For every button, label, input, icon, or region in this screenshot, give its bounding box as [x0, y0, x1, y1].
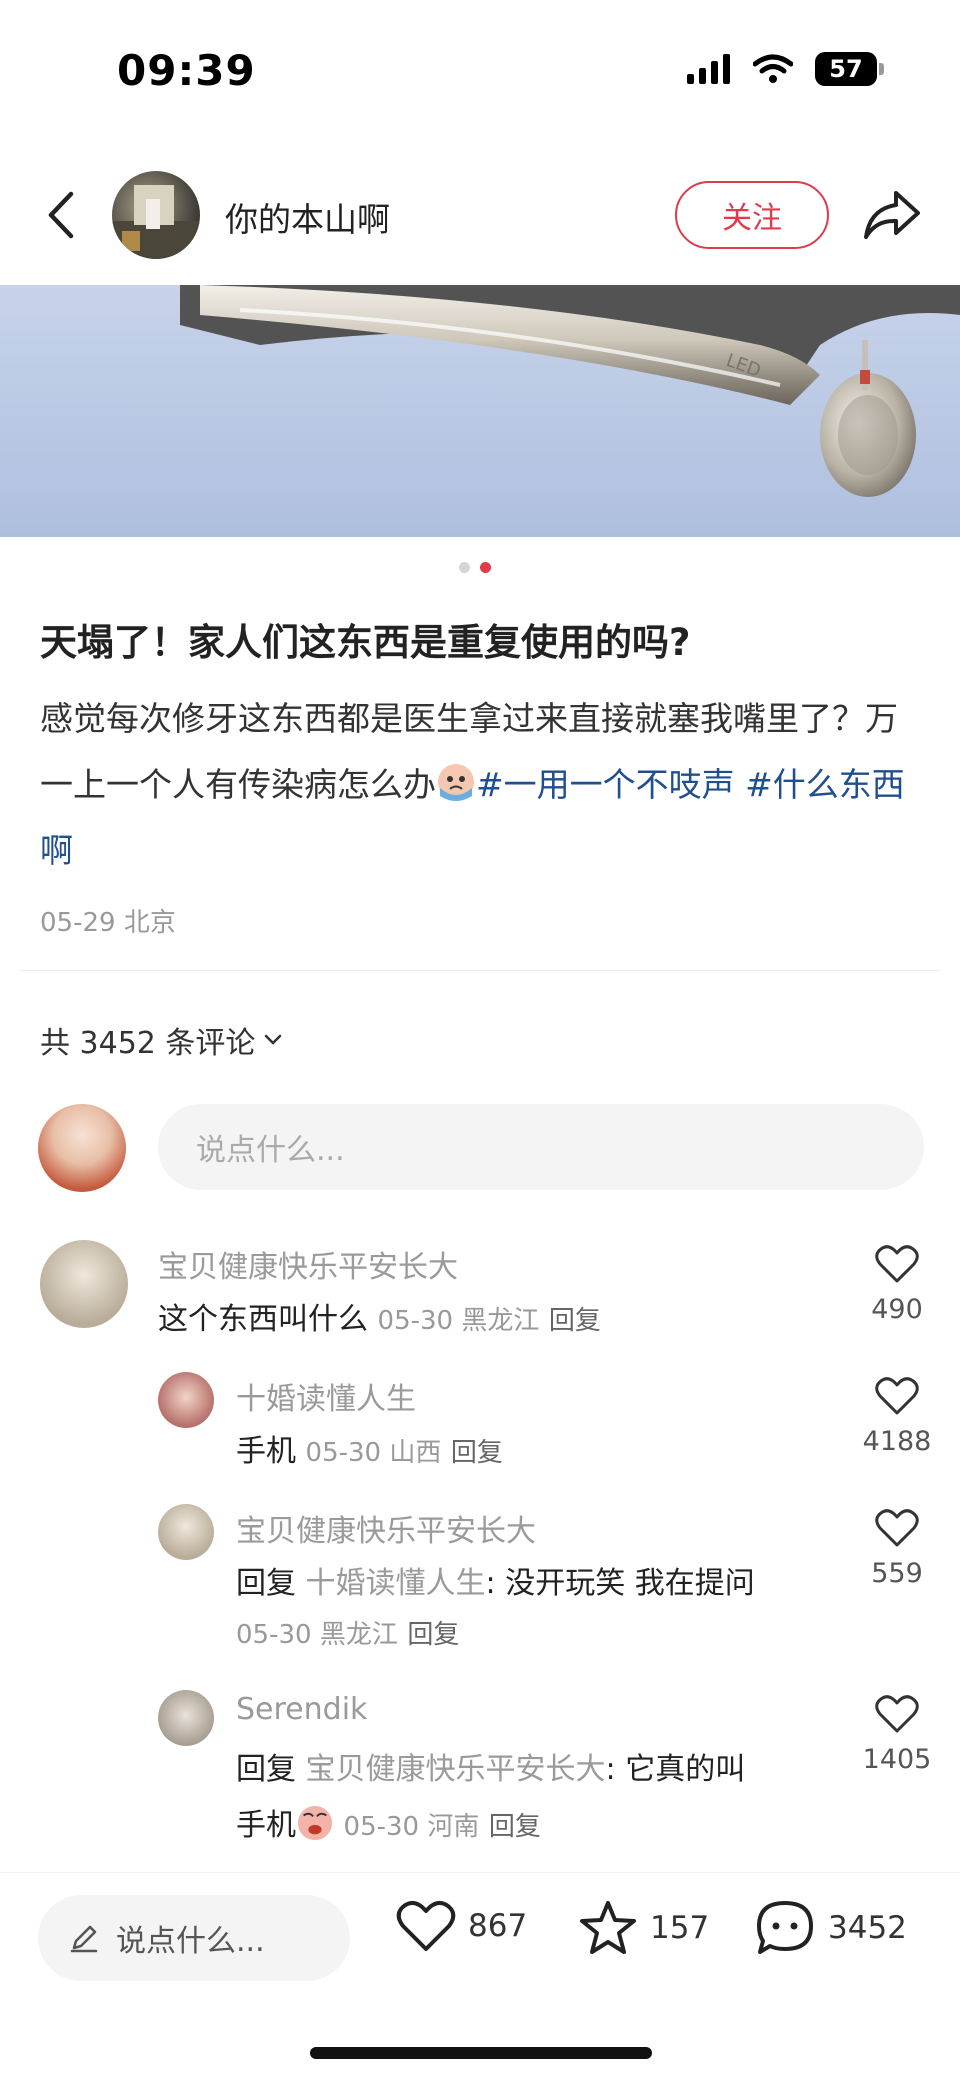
- carousel-dots: [459, 562, 491, 573]
- comment-author[interactable]: 宝贝健康快乐平安长大: [236, 1506, 536, 1550]
- author-avatar[interactable]: [112, 171, 200, 259]
- comment-meta-row: 05-30 黑龙江 回复: [236, 1614, 459, 1651]
- heart-icon: [875, 1245, 919, 1283]
- comment-like-button[interactable]: 559: [852, 1508, 942, 1589]
- favorite-button[interactable]: 157: [578, 1899, 709, 1957]
- comment-body: 这个东西叫什么 05-30 黑龙江 回复: [158, 1294, 601, 1338]
- reply-to-user[interactable]: 十婚读懂人生: [306, 1566, 486, 1601]
- comment-meta: 05-30 黑龙江: [377, 1306, 540, 1336]
- like-count: 4188: [862, 1426, 932, 1457]
- comment-meta: 05-30 黑龙江: [236, 1620, 398, 1650]
- reply-item: 宝贝健康快乐平安长大 回复 十婚读懂人生: 没开玩笑 我在提问 05-30 黑龙…: [0, 1502, 960, 1662]
- avatar-image: [112, 185, 200, 259]
- favorite-count: 157: [650, 1910, 710, 1946]
- chat-bubble-icon: [757, 1901, 813, 1954]
- comment-author[interactable]: 十婚读懂人生: [236, 1374, 416, 1418]
- dental-handpiece-image: LED: [180, 285, 960, 497]
- comment-avatar[interactable]: [158, 1504, 214, 1560]
- comment-body: 手机 05-30 山西 回复: [236, 1426, 503, 1470]
- comments-sort-toggle[interactable]: 共 3452 条评论: [40, 1018, 283, 1062]
- follow-button[interactable]: 关注: [675, 181, 829, 249]
- comment-text-cont: 手机: [236, 1808, 296, 1843]
- comment-meta: 05-30 山西: [305, 1438, 442, 1468]
- like-count: 867: [468, 1908, 528, 1944]
- battery-level: 57: [815, 52, 877, 86]
- comment-compose-row: 说点什么...: [38, 1104, 924, 1192]
- comment-text: : 没开玩笑 我在提问: [485, 1566, 755, 1601]
- heart-icon: [875, 1695, 919, 1733]
- chevron-left-icon: [48, 191, 74, 239]
- home-indicator[interactable]: [310, 2047, 652, 2059]
- carousel-dot-active[interactable]: [480, 562, 491, 573]
- reply-item: 十婚读懂人生 手机 05-30 山西 回复 4188: [0, 1370, 960, 1480]
- comment-body: 回复 十婚读懂人生: 没开玩笑 我在提问: [236, 1558, 755, 1602]
- comment-text: : 它真的叫: [605, 1752, 746, 1787]
- like-button[interactable]: 867: [396, 1899, 527, 1953]
- comment-author[interactable]: 宝贝健康快乐平安长大: [158, 1242, 458, 1286]
- reply-button[interactable]: 回复: [451, 1438, 503, 1468]
- my-avatar[interactable]: [38, 1104, 126, 1192]
- bottom-input-placeholder: 说点什么...: [116, 1924, 265, 1959]
- post-body: 感觉每次修牙这东西都是医生拿过来直接就塞我嘴里了？万一上一个人有传染病怎么办 #…: [40, 686, 920, 884]
- reply-to-user[interactable]: 宝贝健康快乐平安长大: [306, 1752, 606, 1787]
- status-time: 09:39: [117, 46, 256, 95]
- comment-item: 宝贝健康快乐平安长大 这个东西叫什么 05-30 黑龙江 回复 490: [0, 1238, 960, 1348]
- post-title: 天塌了！家人们这东西是重复使用的吗?: [40, 621, 691, 664]
- comment-body: 回复 宝贝健康快乐平安长大: 它真的叫: [236, 1744, 745, 1788]
- like-count: 490: [871, 1294, 923, 1325]
- comment-button[interactable]: 3452: [754, 1899, 907, 1957]
- status-icons: 57: [687, 52, 884, 86]
- comment-like-button[interactable]: 1405: [852, 1694, 942, 1775]
- nav-bar: 你的本山啊 关注: [0, 165, 960, 265]
- back-button[interactable]: [36, 183, 86, 247]
- like-count: 1405: [862, 1744, 932, 1775]
- heart-icon: [396, 1900, 456, 1951]
- comment-avatar[interactable]: [158, 1690, 214, 1746]
- carousel-dot[interactable]: [459, 562, 470, 573]
- post-date-location: 05-29 北京: [40, 908, 176, 938]
- reply-button[interactable]: 回复: [489, 1812, 541, 1842]
- pencil-icon: [70, 1925, 98, 1953]
- author-name[interactable]: 你的本山啊: [225, 193, 390, 241]
- divider: [20, 970, 940, 971]
- battery-icon: 57: [815, 52, 884, 86]
- share-icon: [864, 191, 920, 239]
- comment-avatar[interactable]: [158, 1372, 214, 1428]
- share-button[interactable]: [862, 187, 922, 243]
- bottom-action-bar: 说点什么... 867 157 3452: [0, 1872, 960, 2081]
- heart-icon: [875, 1377, 919, 1415]
- reply-button[interactable]: 回复: [407, 1620, 459, 1650]
- hashtag-link[interactable]: #一用一个不吱声: [476, 765, 735, 804]
- comment-meta: 05-30 河南: [343, 1812, 480, 1842]
- bottom-comment-input[interactable]: 说点什么...: [38, 1895, 350, 1981]
- star-icon: [580, 1901, 636, 1954]
- comment-body-line2: 手机 05-30 河南 回复: [236, 1800, 541, 1844]
- crying-emoji-icon: [438, 764, 474, 801]
- chevron-down-icon: [265, 1034, 282, 1045]
- comment-author[interactable]: Serendik: [236, 1692, 367, 1727]
- comments-count-label: 共 3452 条评论: [40, 1026, 256, 1061]
- status-bar: 09:39 57: [0, 0, 960, 140]
- comment-like-button[interactable]: 490: [852, 1244, 942, 1325]
- comment-input[interactable]: 说点什么...: [158, 1104, 924, 1190]
- reply-button[interactable]: 回复: [549, 1306, 601, 1336]
- sad-emoji-icon: [297, 1805, 333, 1841]
- comment-text: 这个东西叫什么: [158, 1302, 368, 1337]
- signal-icon: [687, 54, 730, 84]
- comment-count: 3452: [828, 1910, 907, 1946]
- reply-prefix: 回复: [236, 1752, 296, 1787]
- post-image[interactable]: LED: [0, 285, 960, 537]
- comment-text: 手机: [236, 1434, 296, 1469]
- heart-icon: [875, 1509, 919, 1547]
- like-count: 559: [871, 1558, 923, 1589]
- reply-prefix: 回复: [236, 1566, 296, 1601]
- comment-avatar[interactable]: [40, 1240, 128, 1328]
- comment-like-button[interactable]: 4188: [852, 1376, 942, 1457]
- wifi-icon: [753, 54, 793, 83]
- reply-item: Serendik 回复 宝贝健康快乐平安长大: 它真的叫 手机 05-30 河南…: [0, 1688, 960, 1848]
